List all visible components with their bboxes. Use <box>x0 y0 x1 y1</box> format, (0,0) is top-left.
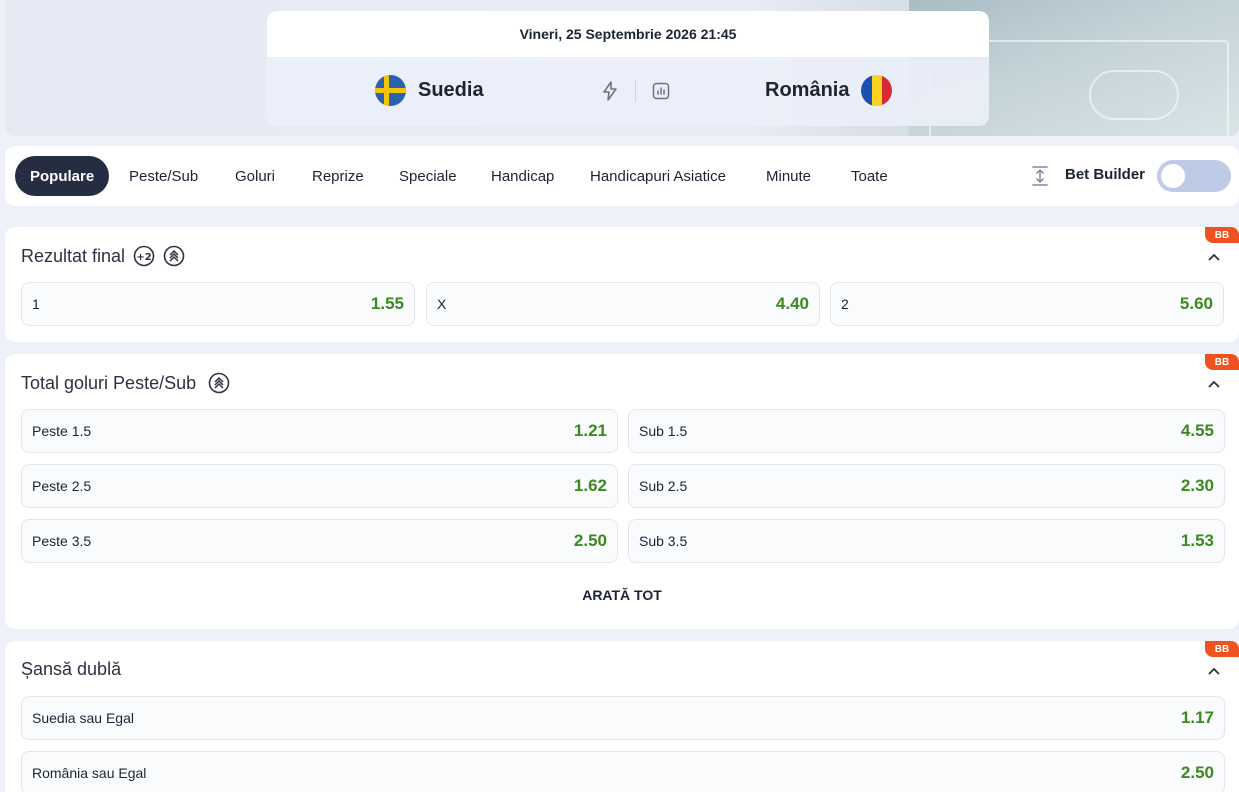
lightning-icon[interactable] <box>599 80 621 102</box>
odd-button[interactable]: 1 1.55 <box>21 282 415 326</box>
odd-value: 1.17 <box>1180 708 1214 727</box>
odd-value: 1.62 <box>573 476 607 495</box>
odd-value: 4.40 <box>775 294 809 313</box>
boost-icon <box>208 372 230 394</box>
expand-collapse-icon[interactable] <box>1031 165 1049 192</box>
odd-label: Sub 3.5 <box>639 533 688 549</box>
tab-minute[interactable]: Minute <box>751 156 826 196</box>
odd-button[interactable]: Sub 2.5 2.30 <box>628 464 1225 508</box>
sweden-flag-icon <box>375 75 406 106</box>
odd-label: Peste 2.5 <box>32 478 92 494</box>
market-title-text: Rezultat final <box>21 245 126 266</box>
odd-label: Sub 1.5 <box>639 423 688 439</box>
odd-value: 1.55 <box>370 294 404 313</box>
odd-label: 2 <box>841 296 849 312</box>
market-title-text: Șansă dublă <box>21 659 122 679</box>
odd-value: 5.60 <box>1179 294 1213 313</box>
odd-button[interactable]: Sub 3.5 1.53 <box>628 519 1225 563</box>
home-team[interactable]: Suedia <box>375 75 484 106</box>
market-double-chance: BB Șansă dublă Suedia sau Egal 1.17 Româ… <box>5 641 1239 792</box>
away-team-name: România <box>765 79 850 101</box>
tab-handicapuri-asiatice[interactable]: Handicapuri Asiatice <box>575 156 741 196</box>
divider <box>635 80 636 102</box>
plus-two-icon: +2 <box>133 245 155 267</box>
bet-builder-badge: BB <box>1205 354 1239 370</box>
bet-builder-label: Bet Builder <box>1065 166 1146 183</box>
odd-label: România sau Egal <box>32 765 147 781</box>
tab-toate[interactable]: Toate <box>836 156 903 196</box>
odd-button[interactable]: Suedia sau Egal 1.17 <box>21 696 1225 740</box>
odd-value: 2.50 <box>1180 763 1214 782</box>
odd-value: 1.53 <box>1180 531 1214 550</box>
toggle-knob <box>1161 164 1185 188</box>
match-date: Vineri, 25 Septembrie 2026 21:45 <box>267 11 989 57</box>
market-totals: BB Total goluri Peste/Sub Peste 1.5 1.21… <box>5 354 1239 629</box>
odd-value: 2.50 <box>573 531 607 550</box>
odd-label: X <box>437 296 447 312</box>
bet-builder-toggle[interactable] <box>1157 160 1231 192</box>
tab-goluri[interactable]: Goluri <box>220 156 290 196</box>
market-tabs: Populare Peste/Sub Goluri Reprize Specia… <box>5 146 1239 206</box>
market-title-text: Total goluri Peste/Sub <box>21 372 197 393</box>
tab-speciale[interactable]: Speciale <box>384 156 472 196</box>
market-title: Total goluri Peste/Sub <box>21 372 230 394</box>
odd-label: Sub 2.5 <box>639 478 688 494</box>
odd-value: 4.55 <box>1180 421 1214 440</box>
odd-button[interactable]: România sau Egal 2.50 <box>21 751 1225 792</box>
match-card: Vineri, 25 Septembrie 2026 21:45 Suedia … <box>267 11 989 126</box>
market-result: BB Rezultat final +2 1 1.55 X 4.40 2 5.6… <box>5 227 1239 342</box>
odd-button[interactable]: Sub 1.5 4.55 <box>628 409 1225 453</box>
odd-value: 2.30 <box>1180 476 1214 495</box>
chevron-up-icon[interactable] <box>1207 376 1221 394</box>
odd-label: Suedia sau Egal <box>32 710 134 726</box>
bet-builder-badge: BB <box>1205 641 1239 657</box>
chevron-up-icon[interactable] <box>1207 663 1221 681</box>
odd-button[interactable]: X 4.40 <box>426 282 820 326</box>
odd-label: Peste 1.5 <box>32 423 92 439</box>
tab-populare[interactable]: Populare <box>15 156 110 196</box>
tab-reprize[interactable]: Reprize <box>297 156 379 196</box>
market-title: Rezultat final +2 <box>21 245 185 267</box>
romania-flag-icon <box>861 75 893 106</box>
away-team[interactable]: România <box>765 75 893 106</box>
show-all-button[interactable]: ARATĂ TOT <box>5 587 1239 603</box>
bet-builder-badge: BB <box>1205 227 1239 243</box>
odd-button[interactable]: Peste 1.5 1.21 <box>21 409 618 453</box>
boost-icon <box>163 245 185 267</box>
home-team-name: Suedia <box>418 79 484 101</box>
market-title: Șansă dublă <box>21 659 121 680</box>
odd-button[interactable]: Peste 3.5 2.50 <box>21 519 618 563</box>
tab-handicap[interactable]: Handicap <box>476 156 569 196</box>
match-tools <box>599 80 672 102</box>
svg-text:+2: +2 <box>136 252 151 263</box>
odd-value: 1.21 <box>573 421 607 440</box>
odd-label: 1 <box>32 296 40 312</box>
odd-button[interactable]: Peste 2.5 1.62 <box>21 464 618 508</box>
tab-peste-sub[interactable]: Peste/Sub <box>114 156 213 196</box>
match-header: Vineri, 25 Septembrie 2026 21:45 Suedia … <box>5 0 1239 136</box>
odd-label: Peste 3.5 <box>32 533 92 549</box>
odd-button[interactable]: 2 5.60 <box>830 282 1224 326</box>
chevron-up-icon[interactable] <box>1207 249 1221 267</box>
stats-icon[interactable] <box>650 80 672 102</box>
